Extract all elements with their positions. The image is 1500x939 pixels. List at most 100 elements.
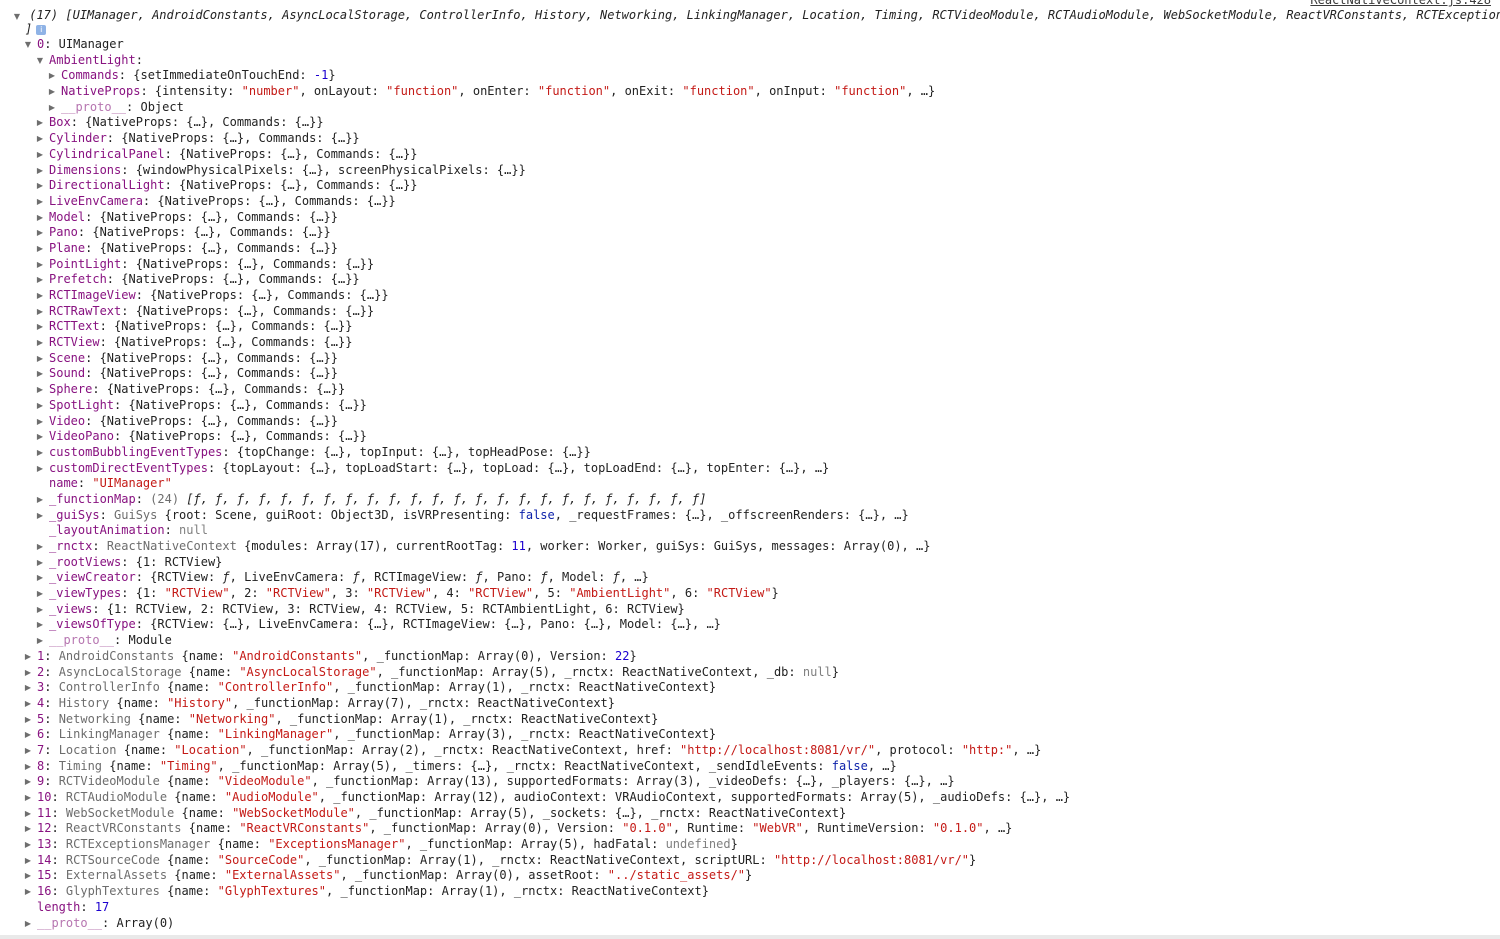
expand-arrow-icon[interactable]: ▶ <box>23 837 33 853</box>
expand-arrow-icon[interactable]: ▶ <box>23 680 33 696</box>
expand-arrow-icon[interactable]: ▶ <box>23 696 33 712</box>
expand-arrow-icon[interactable]: ▶ <box>35 163 45 179</box>
tree-row[interactable]: ▶ DirectionalLight: {NativeProps: {…}, Co… <box>0 178 1500 194</box>
tree-row[interactable]: ▶ Video: {NativeProps: {…}, Commands: {…}… <box>0 414 1500 430</box>
collapse-arrow-icon[interactable]: ▼ <box>35 53 45 69</box>
tree-row[interactable]: ▼ 0: UIManager <box>0 37 1500 53</box>
expand-arrow-icon[interactable]: ▶ <box>35 602 45 618</box>
tree-row[interactable]: ▼ AmbientLight: <box>0 53 1500 69</box>
source-file-link[interactable]: ReactNativeContext.js:428 <box>1310 0 1491 8</box>
expand-arrow-icon[interactable]: ▶ <box>35 225 45 241</box>
tree-row[interactable]: ▶ customDirectEventTypes: {topLayout: {…}… <box>0 461 1500 477</box>
expand-arrow-icon[interactable]: ▶ <box>35 586 45 602</box>
expand-arrow-icon[interactable]: ▶ <box>35 414 45 430</box>
expand-arrow-icon[interactable]: ▶ <box>35 445 45 461</box>
tree-row[interactable]: ▶ Box: {NativeProps: {…}, Commands: {…}} <box>0 115 1500 131</box>
expand-arrow-icon[interactable]: ▶ <box>47 100 57 116</box>
expand-arrow-icon[interactable]: ▶ <box>35 319 45 335</box>
expand-arrow-icon[interactable]: ▶ <box>35 115 45 131</box>
tree-row[interactable]: ▶ RCTText: {NativeProps: {…}, Commands: {… <box>0 319 1500 335</box>
expand-arrow-icon[interactable]: ▶ <box>35 633 45 649</box>
tree-row[interactable]: ▶ VideoPano: {NativeProps: {…}, Commands:… <box>0 429 1500 445</box>
collapse-arrow-icon[interactable]: ▼ <box>23 37 33 53</box>
expand-arrow-icon[interactable]: ▶ <box>23 790 33 806</box>
expand-arrow-down-icon[interactable]: ▼ <box>12 9 22 25</box>
tree-row[interactable]: ▶ Model: {NativeProps: {…}, Commands: {…}… <box>0 210 1500 226</box>
tree-row[interactable]: ▶ 13: RCTExceptionsManager {name: "Except… <box>0 837 1500 853</box>
expand-arrow-icon[interactable]: ▶ <box>35 131 45 147</box>
expand-arrow-icon[interactable]: ▶ <box>47 68 57 84</box>
tree-row[interactable]: ▶ 6: LinkingManager {name: "LinkingManage… <box>0 727 1500 743</box>
tree-row[interactable]: ▶ 12: ReactVRConstants {name: "ReactVRCon… <box>0 821 1500 837</box>
expand-arrow-icon[interactable]: ▶ <box>23 727 33 743</box>
tree-row[interactable]: ▶ 3: ControllerInfo {name: "ControllerInf… <box>0 680 1500 696</box>
tree-row[interactable]: ▶ RCTRawText: {NativeProps: {…}, Commands… <box>0 304 1500 320</box>
tree-row[interactable]: ▶ Sound: {NativeProps: {…}, Commands: {…}… <box>0 366 1500 382</box>
expand-arrow-icon[interactable]: ▶ <box>23 649 33 665</box>
expand-arrow-icon[interactable]: ▶ <box>35 210 45 226</box>
tree-row[interactable]: ▶ 16: GlyphTextures {name: "GlyphTextures… <box>0 884 1500 900</box>
tree-row[interactable]: ▶ _views: {1: RCTView, 2: RCTView, 3: RCT… <box>0 602 1500 618</box>
expand-arrow-icon[interactable]: ▶ <box>35 304 45 320</box>
expand-arrow-icon[interactable]: ▶ <box>35 272 45 288</box>
expand-arrow-icon[interactable]: ▶ <box>35 617 45 633</box>
expand-arrow-icon[interactable]: ▶ <box>35 570 45 586</box>
tree-row[interactable]: ▶ _viewCreator: {RCTView: ƒ, LiveEnvCamer… <box>0 570 1500 586</box>
expand-arrow-icon[interactable]: ▶ <box>23 806 33 822</box>
tree-row[interactable]: ▶ _rnctx: ReactNativeContext {modules: Ar… <box>0 539 1500 555</box>
expand-arrow-icon[interactable]: ▶ <box>35 539 45 555</box>
expand-arrow-icon[interactable]: ▶ <box>35 492 45 508</box>
tree-row[interactable]: ▶ SpotLight: {NativeProps: {…}, Commands:… <box>0 398 1500 414</box>
expand-arrow-icon[interactable]: ▶ <box>23 774 33 790</box>
expand-arrow-icon[interactable]: ▶ <box>35 555 45 571</box>
tree-row[interactable]: ▶ _viewsOfType: {RCTView: {…}, LiveEnvCam… <box>0 617 1500 633</box>
tree-row[interactable]: ▶ Dimensions: {windowPhysicalPixels: {…},… <box>0 163 1500 179</box>
tree-row[interactable]: ▶ 7: Location {name: "Location", _functio… <box>0 743 1500 759</box>
tree-row[interactable]: ▶ 2: AsyncLocalStorage {name: "AsyncLocal… <box>0 665 1500 681</box>
tree-row[interactable]: ▶ __proto__: Module <box>0 633 1500 649</box>
tree-row[interactable]: ▶ Pano: {NativeProps: {…}, Commands: {…}} <box>0 225 1500 241</box>
tree-row[interactable]: ▶ Sphere: {NativeProps: {…}, Commands: {…… <box>0 382 1500 398</box>
expand-arrow-icon[interactable]: ▶ <box>35 257 45 273</box>
tree-row[interactable]: ▶ Plane: {NativeProps: {…}, Commands: {…}… <box>0 241 1500 257</box>
tree-row[interactable]: ▶ 10: RCTAudioModule {name: "AudioModule"… <box>0 790 1500 806</box>
expand-arrow-icon[interactable]: ▶ <box>35 429 45 445</box>
horizontal-scrollbar[interactable] <box>0 935 1500 939</box>
tree-row[interactable]: ▶ NativeProps: {intensity: "number", onLa… <box>0 84 1500 100</box>
tree-row[interactable]: ▶ RCTView: {NativeProps: {…}, Commands: {… <box>0 335 1500 351</box>
expand-arrow-icon[interactable]: ▶ <box>23 743 33 759</box>
expand-arrow-icon[interactable]: ▶ <box>23 665 33 681</box>
tree-row[interactable]: ▶ _guiSys: GuiSys {root: Scene, guiRoot: … <box>0 508 1500 524</box>
tree-row[interactable]: ▶ 11: WebSocketModule {name: "WebSocketMo… <box>0 806 1500 822</box>
expand-arrow-icon[interactable]: ▶ <box>35 508 45 524</box>
expand-arrow-icon[interactable]: ▶ <box>35 241 45 257</box>
expand-arrow-icon[interactable]: ▶ <box>35 147 45 163</box>
expand-arrow-icon[interactable]: ▶ <box>35 178 45 194</box>
tree-row[interactable]: ▶ 1: AndroidConstants {name: "AndroidCons… <box>0 649 1500 665</box>
tree-row[interactable]: ▶ 8: Timing {name: "Timing", _functionMap… <box>0 759 1500 775</box>
expand-arrow-icon[interactable]: ▶ <box>35 398 45 414</box>
tree-row[interactable]: ▶ Commands: {setImmediateOnTouchEnd: -1} <box>0 68 1500 84</box>
expand-arrow-icon[interactable]: ▶ <box>35 351 45 367</box>
expand-arrow-icon[interactable]: ▶ <box>23 853 33 869</box>
tree-row[interactable]: ▶ 4: History {name: "History", _functionM… <box>0 696 1500 712</box>
tree-row[interactable]: ▶ _viewTypes: {1: "RCTView", 2: "RCTView"… <box>0 586 1500 602</box>
expand-arrow-icon[interactable]: ▶ <box>47 84 57 100</box>
expand-arrow-icon[interactable]: ▶ <box>23 884 33 900</box>
expand-arrow-icon[interactable]: ▶ <box>35 335 45 351</box>
tree-row[interactable]: ▶ PointLight: {NativeProps: {…}, Commands… <box>0 257 1500 273</box>
tree-row[interactable]: ▶ __proto__: Object <box>0 100 1500 116</box>
tree-row[interactable]: ▶ 15: ExternalAssets {name: "ExternalAsse… <box>0 868 1500 884</box>
expand-arrow-icon[interactable]: ▶ <box>23 821 33 837</box>
tree-row[interactable]: ▶ RCTImageView: {NativeProps: {…}, Comman… <box>0 288 1500 304</box>
expand-arrow-icon[interactable]: ▶ <box>23 759 33 775</box>
tree-row[interactable]: ▶ LiveEnvCamera: {NativeProps: {…}, Comma… <box>0 194 1500 210</box>
tree-row[interactable]: ▶ 14: RCTSourceCode {name: "SourceCode", … <box>0 853 1500 869</box>
expand-arrow-icon[interactable]: ▶ <box>35 382 45 398</box>
tree-row[interactable]: ▶ Scene: {NativeProps: {…}, Commands: {…}… <box>0 351 1500 367</box>
tree-row[interactable]: ▶ customBubblingEventTypes: {topChange: {… <box>0 445 1500 461</box>
expand-arrow-icon[interactable]: ▶ <box>23 916 33 932</box>
tree-row[interactable]: ▶ Prefetch: {NativeProps: {…}, Commands: … <box>0 272 1500 288</box>
tree-row[interactable]: ▶ CylindricalPanel: {NativeProps: {…}, Co… <box>0 147 1500 163</box>
tree-row[interactable]: ▶ _functionMap: (24) [ƒ, ƒ, ƒ, ƒ, ƒ, ƒ, ƒ… <box>0 492 1500 508</box>
